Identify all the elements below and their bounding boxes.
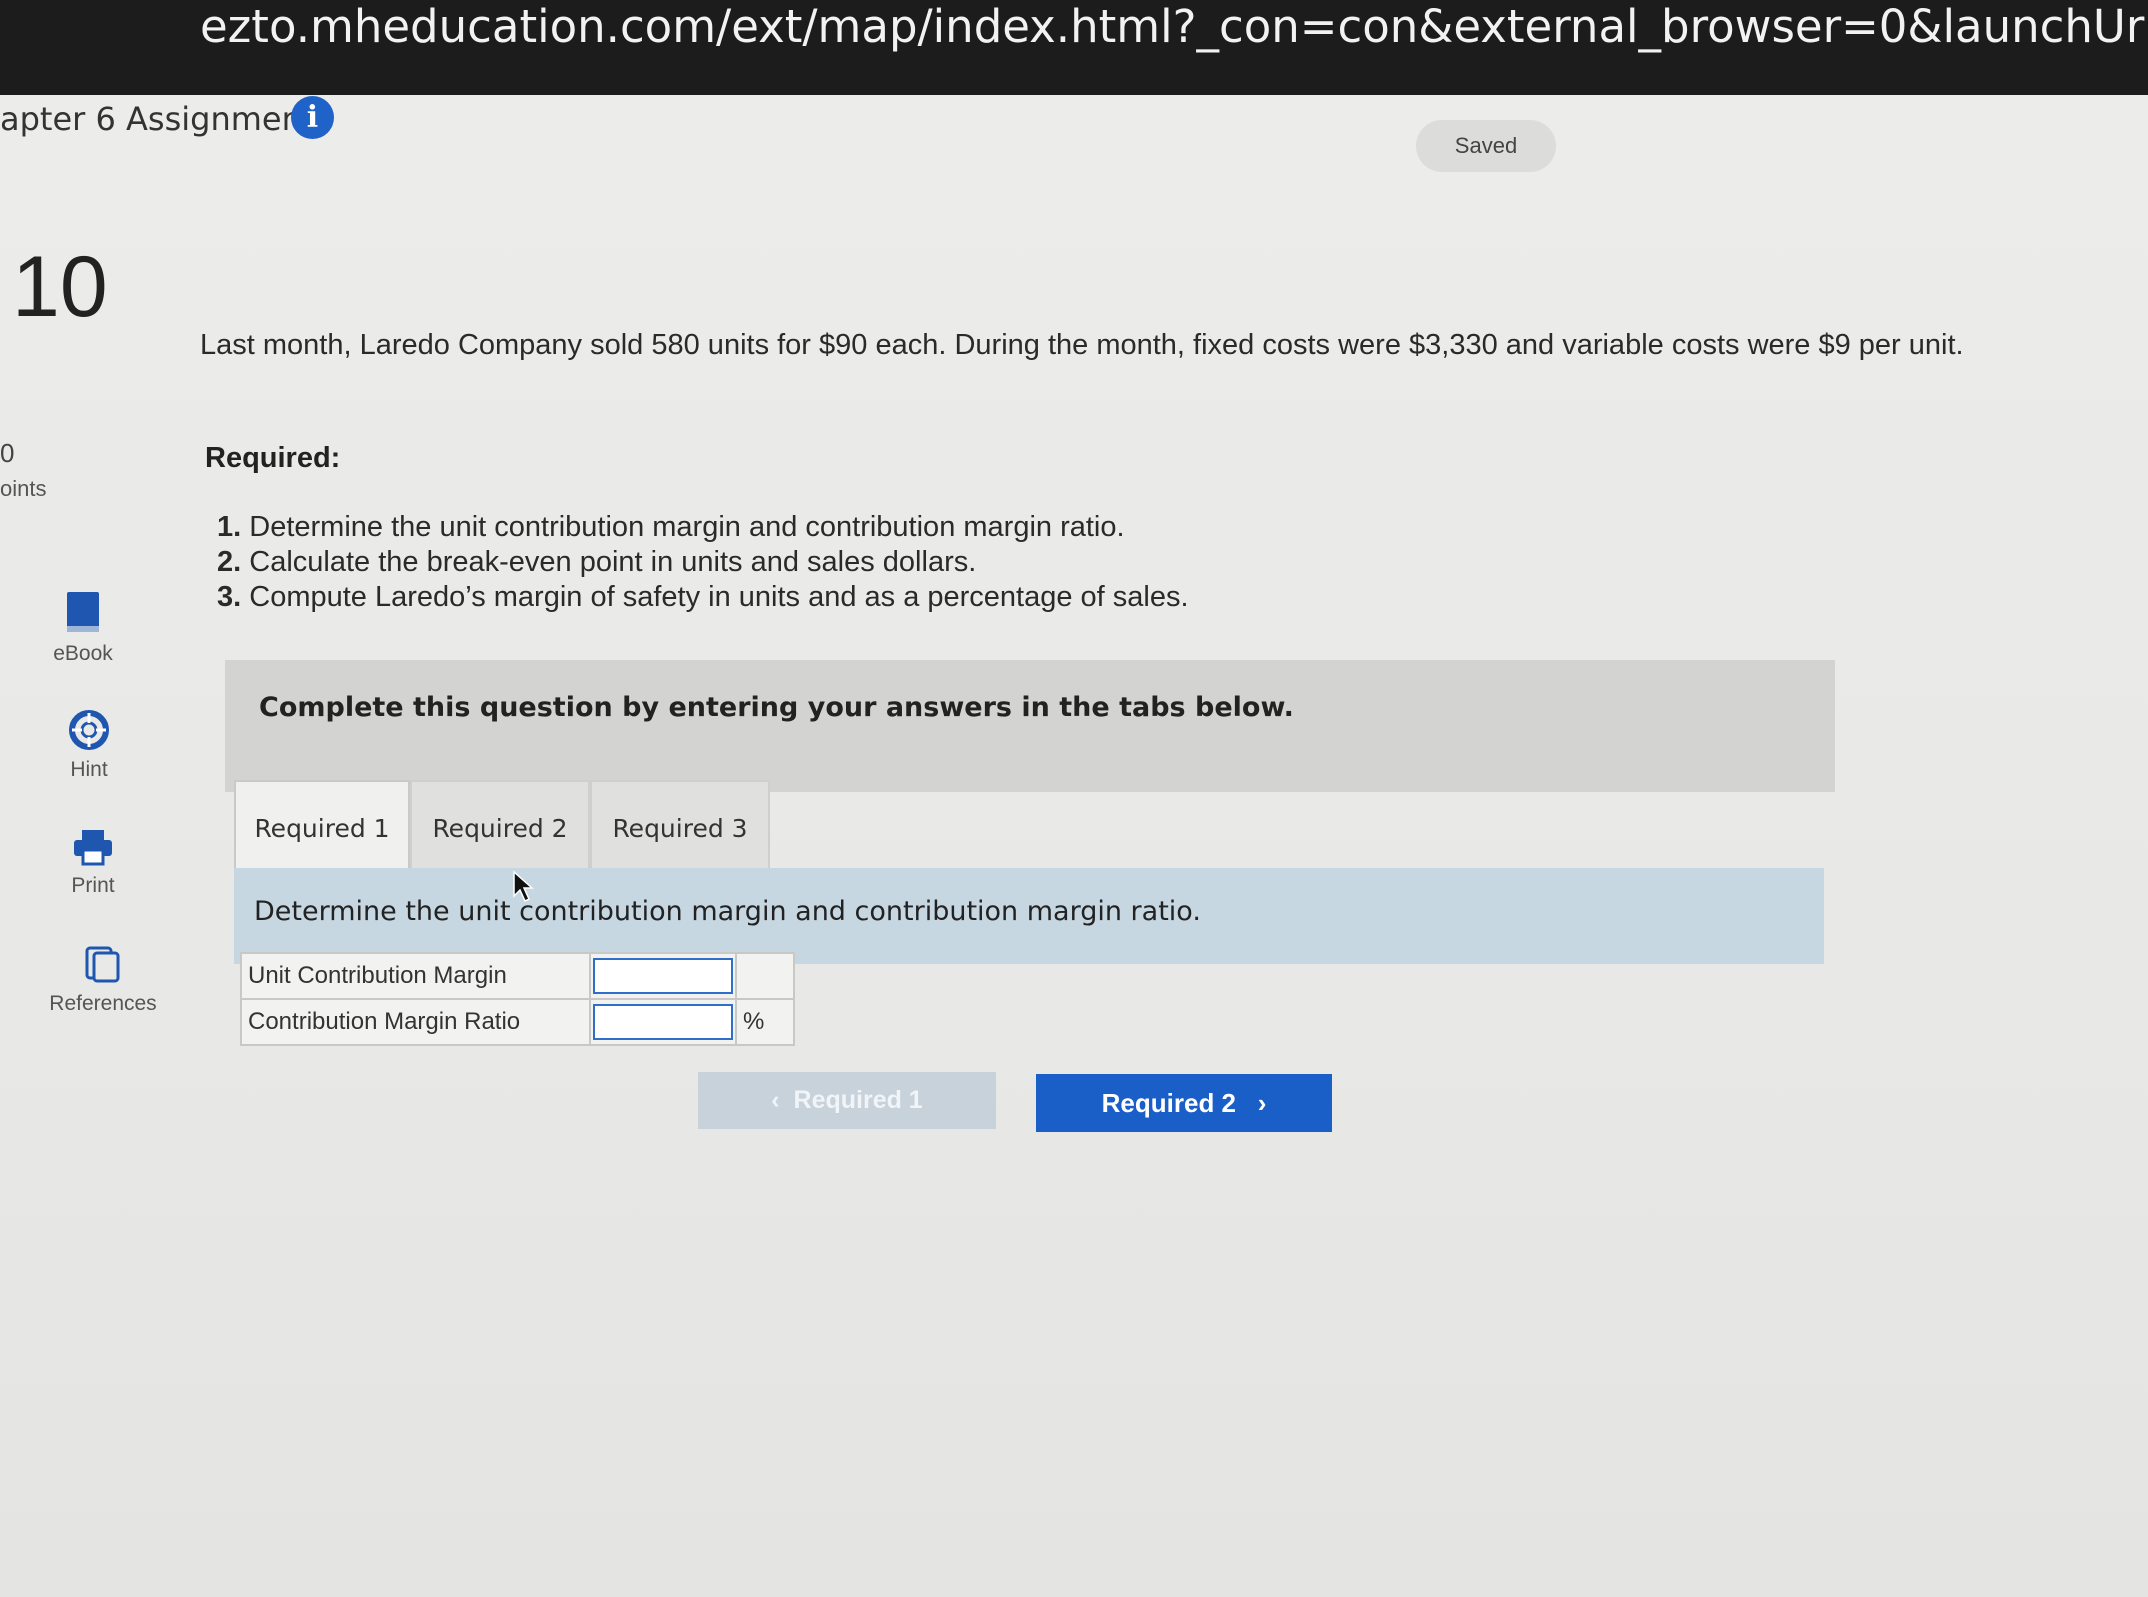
answer-table: Unit Contribution Margin Contribution Ma… [240, 952, 795, 1046]
tab-required-2[interactable]: Required 2 [410, 780, 590, 873]
chevron-right-icon: › [1257, 1088, 1267, 1118]
prev-tab-button[interactable]: ‹ Required 1 [698, 1072, 996, 1129]
references-button[interactable]: References [38, 944, 168, 1016]
row-label: Unit Contribution Margin [240, 952, 591, 1000]
instruction-banner-text: Complete this question by entering your … [259, 692, 1294, 723]
print-button[interactable]: Print [28, 828, 158, 898]
next-tab-label: Required 2 [1101, 1088, 1237, 1118]
list-item: 2. Calculate the break-even point in uni… [217, 546, 977, 578]
tab-required-3[interactable]: Required 3 [590, 780, 770, 873]
required-heading: Required: [205, 442, 341, 474]
unit-label [735, 952, 795, 1000]
next-tab-button[interactable]: Required 2 › [1036, 1074, 1332, 1132]
tab-instruction: Determine the unit contribution margin a… [234, 868, 1824, 964]
ebook-button[interactable]: eBook [18, 590, 148, 666]
book-icon [67, 592, 99, 632]
prev-tab-label: Required 1 [793, 1086, 923, 1114]
question-number: 10 [12, 239, 108, 335]
info-icon[interactable]: i [291, 96, 334, 139]
points-value: 0 [0, 438, 15, 468]
required-list: 1. Determine the unit contribution margi… [217, 510, 1189, 615]
printer-icon [74, 830, 112, 866]
lifebuoy-icon [69, 710, 109, 750]
chevron-left-icon: ‹ [771, 1086, 780, 1114]
list-item: 1. Determine the unit contribution margi… [217, 511, 1125, 543]
table-row: Contribution Margin Ratio % [240, 998, 795, 1046]
assignment-title: apter 6 Assignment [0, 100, 315, 138]
points-label: oints [0, 476, 47, 501]
ebook-label: eBook [53, 642, 113, 665]
unit-contribution-margin-input[interactable] [593, 958, 733, 994]
tab-instruction-text: Determine the unit contribution margin a… [254, 896, 1201, 927]
problem-statement: Last month, Laredo Company sold 580 unit… [200, 329, 1964, 361]
table-row: Unit Contribution Margin [240, 952, 795, 1000]
save-status-badge: Saved [1416, 120, 1556, 172]
browser-address-bar[interactable]: ezto.mheducation.com/ext/map/index.html?… [0, 0, 2148, 95]
percent-unit-label: % [735, 998, 795, 1046]
references-label: References [49, 992, 157, 1015]
print-label: Print [71, 874, 115, 897]
document-icon [85, 946, 120, 983]
list-item: 3. Compute Laredo’s margin of safety in … [217, 581, 1189, 613]
instruction-banner: Complete this question by entering your … [225, 660, 1835, 792]
url-text[interactable]: ezto.mheducation.com/ext/map/index.html?… [200, 0, 2148, 53]
contribution-margin-ratio-input[interactable] [593, 1004, 733, 1040]
hint-label: Hint [70, 758, 108, 781]
tab-required-1[interactable]: Required 1 [234, 780, 410, 873]
row-label: Contribution Margin Ratio [240, 998, 591, 1046]
hint-button[interactable]: Hint [24, 710, 154, 782]
mouse-cursor-icon [513, 870, 534, 903]
